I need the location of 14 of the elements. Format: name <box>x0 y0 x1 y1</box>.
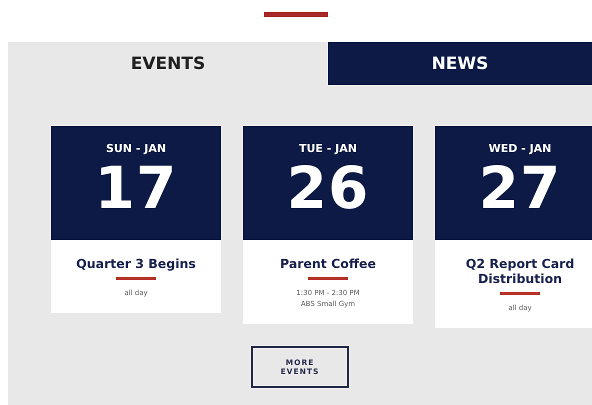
title-underline <box>500 292 540 295</box>
event-day: SUN - JAN <box>106 142 166 155</box>
event-date: 27 <box>478 157 562 221</box>
title-underline <box>308 277 348 280</box>
event-title: Quarter 3 Begins <box>76 256 196 271</box>
event-day: TUE - JAN <box>299 142 357 155</box>
event-day: WED - JAN <box>488 142 552 155</box>
event-date: 17 <box>94 157 178 221</box>
accent-bar <box>264 12 328 17</box>
event-title: Q2 Report Card Distribution <box>464 256 576 286</box>
tab[interactable]: NEWS <box>328 42 592 85</box>
event-title: Parent Coffee <box>280 256 376 271</box>
event-date: 26 <box>286 157 370 221</box>
title-underline <box>116 277 156 280</box>
